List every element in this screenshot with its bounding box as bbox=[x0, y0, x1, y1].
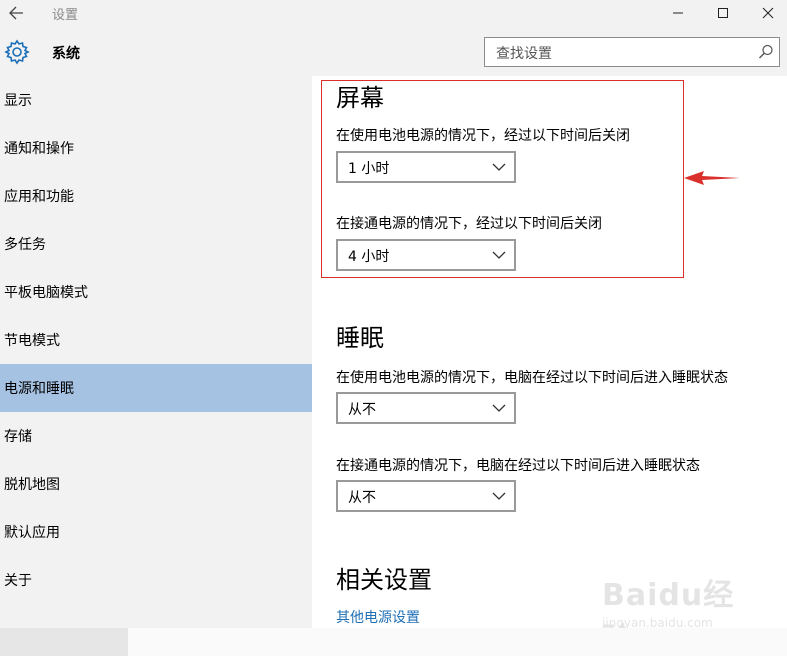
dropdown-value: 从不 bbox=[348, 402, 376, 418]
settings-window: 设置 系统 查找设置 显示 通知和操作 应用和功能 多任务 平板电脑模式 节电模… bbox=[0, 0, 787, 628]
related-settings-heading: 相关设置 bbox=[336, 566, 432, 594]
sidebar-item-label: 默认应用 bbox=[4, 525, 60, 541]
main-content: 屏幕 在使用电池电源的情况下，经过以下时间后关闭 1 小时 在接通电源的情况下，… bbox=[312, 76, 787, 628]
sleep-battery-dropdown[interactable]: 从不 bbox=[336, 392, 516, 424]
chevron-down-icon bbox=[492, 251, 506, 259]
other-power-settings-link[interactable]: 其他电源设置 bbox=[336, 607, 420, 627]
sidebar-item-display[interactable]: 显示 bbox=[0, 76, 312, 124]
minimize-icon bbox=[673, 12, 683, 14]
sidebar-item-notifications[interactable]: 通知和操作 bbox=[0, 124, 312, 172]
minimize-button[interactable] bbox=[655, 0, 701, 26]
sidebar-item-label: 平板电脑模式 bbox=[4, 285, 88, 301]
gear-icon bbox=[4, 39, 30, 65]
sleep-heading: 睡眠 bbox=[336, 324, 384, 352]
screen-plugged-dropdown[interactable]: 4 小时 bbox=[336, 239, 516, 271]
dropdown-value: 1 小时 bbox=[348, 161, 390, 177]
window-title: 设置 bbox=[52, 8, 79, 23]
sleep-battery-label: 在使用电池电源的情况下，电脑在经过以下时间后进入睡眠状态 bbox=[336, 370, 728, 386]
taskbar-strip-right bbox=[128, 628, 787, 656]
sidebar-item-label: 多任务 bbox=[4, 237, 46, 253]
sidebar-item-label: 节电模式 bbox=[4, 333, 60, 349]
back-arrow-icon bbox=[9, 6, 23, 20]
sidebar-item-apps-features[interactable]: 应用和功能 bbox=[0, 172, 312, 220]
close-button[interactable] bbox=[745, 0, 787, 26]
title-bar: 设置 bbox=[0, 0, 787, 28]
watermark-url: jingyan.baidu.com bbox=[602, 616, 713, 628]
sidebar-item-label: 关于 bbox=[4, 573, 32, 589]
red-arrow-annotation bbox=[684, 171, 740, 185]
page-title: 系统 bbox=[52, 46, 80, 62]
sidebar-item-tablet-mode[interactable]: 平板电脑模式 bbox=[0, 268, 312, 316]
dropdown-value: 从不 bbox=[348, 490, 376, 506]
sidebar-item-power-sleep[interactable]: 电源和睡眠 bbox=[0, 364, 312, 412]
sidebar-item-storage[interactable]: 存储 bbox=[0, 412, 312, 460]
sleep-plugged-dropdown[interactable]: 从不 bbox=[336, 480, 516, 512]
sidebar-item-about[interactable]: 关于 bbox=[0, 556, 312, 604]
sidebar-item-label: 显示 bbox=[4, 93, 32, 109]
search-icon[interactable] bbox=[757, 43, 775, 61]
search-input[interactable]: 查找设置 bbox=[484, 37, 780, 67]
chevron-down-icon bbox=[492, 163, 506, 171]
sidebar-item-multitasking[interactable]: 多任务 bbox=[0, 220, 312, 268]
taskbar-strip-left bbox=[0, 628, 128, 656]
maximize-button[interactable] bbox=[700, 0, 746, 26]
sidebar-item-battery-saver[interactable]: 节电模式 bbox=[0, 316, 312, 364]
chevron-down-icon bbox=[492, 492, 506, 500]
sidebar-item-offline-maps[interactable]: 脱机地图 bbox=[0, 460, 312, 508]
screen-battery-label: 在使用电池电源的情况下，经过以下时间后关闭 bbox=[336, 128, 630, 144]
sidebar-item-default-apps[interactable]: 默认应用 bbox=[0, 508, 312, 556]
close-icon bbox=[762, 7, 774, 19]
baidu-watermark: Baidu经验 jingyan.baidu.com bbox=[598, 570, 748, 628]
chevron-down-icon bbox=[492, 404, 506, 412]
sidebar-item-label: 存储 bbox=[4, 429, 32, 445]
page-header: 系统 查找设置 bbox=[0, 28, 787, 76]
dropdown-value: 4 小时 bbox=[348, 249, 390, 265]
sidebar-item-label: 应用和功能 bbox=[4, 189, 74, 205]
sidebar-item-label: 脱机地图 bbox=[4, 477, 60, 493]
sidebar-item-label: 电源和睡眠 bbox=[4, 381, 74, 397]
screen-battery-dropdown[interactable]: 1 小时 bbox=[336, 151, 516, 183]
screen-heading: 屏幕 bbox=[336, 84, 384, 112]
screen-plugged-label: 在接通电源的情况下，经过以下时间后关闭 bbox=[336, 216, 602, 232]
search-placeholder: 查找设置 bbox=[496, 46, 552, 62]
back-button[interactable] bbox=[0, 0, 32, 26]
sidebar: 显示 通知和操作 应用和功能 多任务 平板电脑模式 节电模式 电源和睡眠 存储 … bbox=[0, 76, 312, 628]
sidebar-item-label: 通知和操作 bbox=[4, 141, 74, 157]
maximize-icon bbox=[718, 8, 728, 18]
sleep-plugged-label: 在接通电源的情况下，电脑在经过以下时间后进入睡眠状态 bbox=[336, 458, 700, 474]
